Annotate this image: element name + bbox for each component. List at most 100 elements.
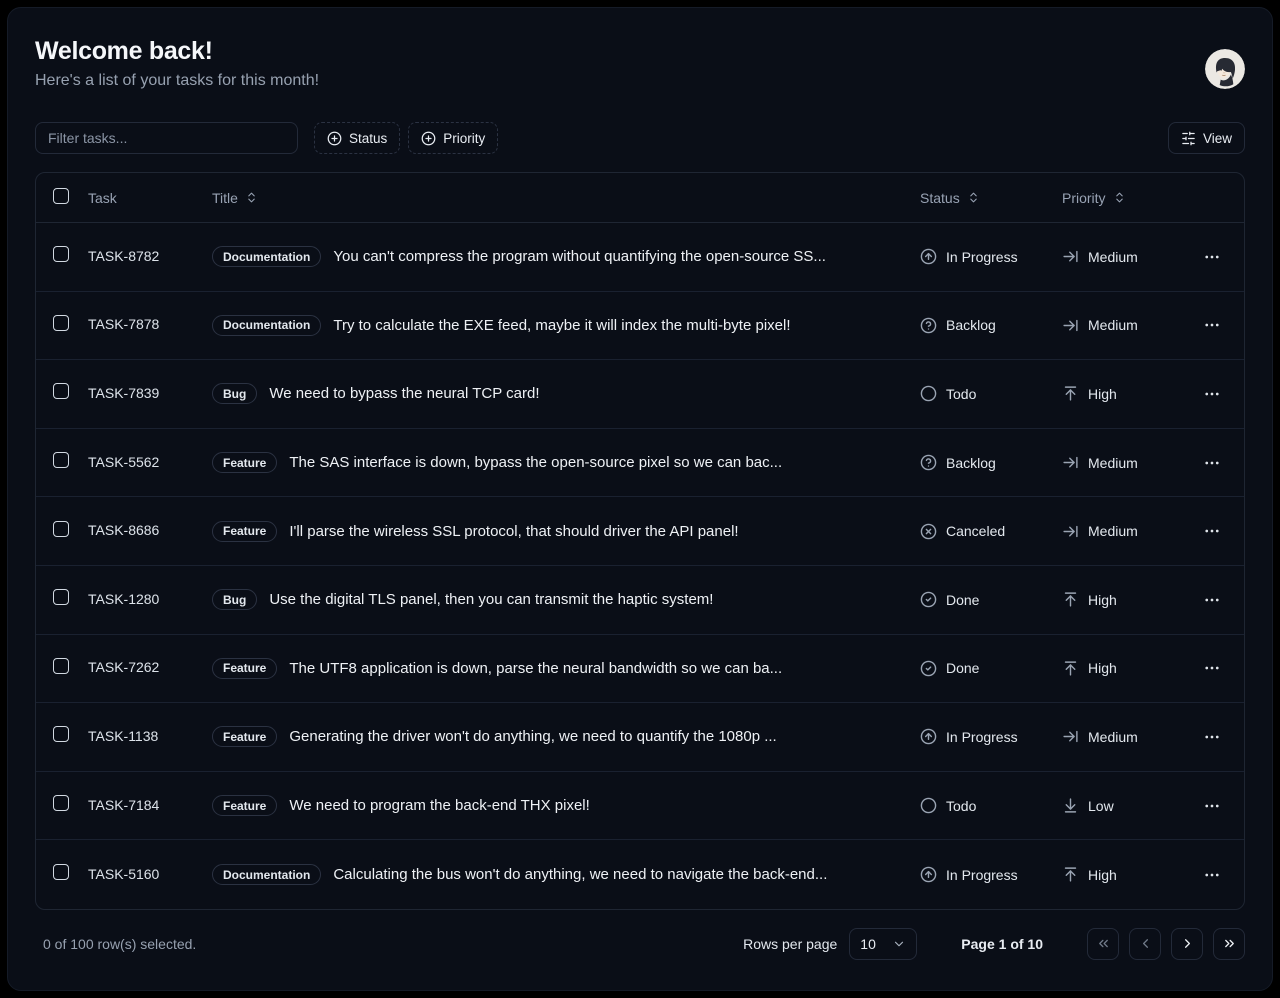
priority-label: High [1088,867,1117,883]
task-title-cell: Feature The UTF8 application is down, pa… [212,658,908,679]
last-page-button[interactable] [1213,928,1245,960]
row-checkbox[interactable] [53,658,69,674]
chevrons-right-icon [1222,936,1237,951]
row-actions-menu-button[interactable] [1197,587,1227,613]
circle-x-icon [920,523,937,540]
rows-per-page-value: 10 [860,936,876,952]
row-actions-menu-button[interactable] [1197,450,1227,476]
task-id: TASK-1138 [88,728,158,744]
status-filter-button[interactable]: Status [314,122,400,154]
select-all-checkbox[interactable] [53,188,69,204]
row-actions-menu-button[interactable] [1197,518,1227,544]
column-header-priority-label: Priority [1062,190,1106,206]
filter-tasks-input[interactable] [35,122,298,154]
task-title: The SAS interface is down, bypass the op… [289,454,782,471]
pagination [1087,928,1245,960]
table-row: TASK-5160 Documentation Calculating the … [36,840,1244,909]
arrow-up-to-line-icon [1062,660,1079,677]
previous-page-button[interactable] [1129,928,1161,960]
task-id-cell: TASK-5562 [80,454,212,472]
priority-filter-button[interactable]: Priority [408,122,498,154]
arrow-up-to-line-icon [1062,866,1079,883]
task-priority-cell: Medium [1050,523,1180,540]
table-row: TASK-7839 Bug We need to bypass the neur… [36,360,1244,429]
row-checkbox[interactable] [53,726,69,742]
task-title-cell: Feature Generating the driver won't do a… [212,726,908,747]
row-actions-cell [1180,587,1244,613]
task-label-badge: Documentation [212,864,321,885]
row-checkbox[interactable] [53,589,69,605]
task-id: TASK-7839 [88,385,159,401]
status-label: Backlog [946,455,996,471]
rows-per-page-label: Rows per page [743,936,837,952]
column-header-title[interactable]: Title [212,190,908,206]
priority-label: High [1088,592,1117,608]
row-actions-menu-button[interactable] [1197,312,1227,338]
next-page-button[interactable] [1171,928,1203,960]
chevrons-up-down-icon [967,191,980,204]
task-id-cell: TASK-8782 [80,248,212,266]
task-title: You can't compress the program without q… [333,248,826,265]
row-checkbox[interactable] [53,315,69,331]
row-checkbox[interactable] [53,383,69,399]
column-header-priority[interactable]: Priority [1050,190,1180,206]
task-id: TASK-7184 [88,797,159,813]
ellipsis-icon [1203,454,1221,472]
row-actions-menu-button[interactable] [1197,244,1227,270]
task-priority-cell: Medium [1050,454,1180,471]
row-actions-menu-button[interactable] [1197,793,1227,819]
circle-check-icon [920,660,937,677]
page-header: Welcome back! Here's a list of your task… [35,37,1245,90]
row-actions-menu-button[interactable] [1197,724,1227,750]
task-priority-cell: High [1050,660,1180,677]
task-priority-cell: High [1050,591,1180,608]
column-header-status[interactable]: Status [908,190,1050,206]
table-row: TASK-8782 Documentation You can't compre… [36,223,1244,292]
user-avatar[interactable] [1205,49,1245,89]
task-label-badge: Feature [212,658,277,679]
row-checkbox-cell [36,383,80,404]
row-actions-menu-button[interactable] [1197,655,1227,681]
table-row: TASK-7184 Feature We need to program the… [36,772,1244,841]
task-title: Use the digital TLS panel, then you can … [269,591,713,608]
first-page-button[interactable] [1087,928,1119,960]
row-actions-menu-button[interactable] [1197,862,1227,888]
row-actions-menu-button[interactable] [1197,381,1227,407]
table-row: TASK-8686 Feature I'll parse the wireles… [36,497,1244,566]
ellipsis-icon [1203,591,1221,609]
task-id: TASK-1280 [88,591,159,607]
page-subtitle: Here's a list of your tasks for this mon… [35,72,319,90]
page-title: Welcome back! [35,37,319,66]
circle-arrow-up-icon [920,248,937,265]
task-label-badge: Bug [212,383,257,404]
ellipsis-icon [1203,728,1221,746]
task-id-cell: TASK-7878 [80,316,212,334]
row-checkbox-cell [36,726,80,747]
task-id-cell: TASK-7262 [80,659,212,677]
chevron-down-icon [892,937,906,951]
row-actions-cell [1180,793,1244,819]
task-title: The UTF8 application is down, parse the … [289,660,782,677]
table-header-row: Task Title Status Priority [36,173,1244,223]
priority-label: Medium [1088,729,1138,745]
circle-check-icon [920,591,937,608]
row-checkbox[interactable] [53,521,69,537]
rows-per-page-select[interactable]: 10 [849,928,917,960]
row-checkbox[interactable] [53,795,69,811]
page-header-text: Welcome back! Here's a list of your task… [35,37,319,90]
status-label: Todo [946,798,976,814]
task-status-cell: In Progress [908,248,1050,265]
task-status-cell: Canceled [908,523,1050,540]
task-id: TASK-7878 [88,316,159,332]
ellipsis-icon [1203,385,1221,403]
view-options-button[interactable]: View [1168,122,1245,154]
arrow-right-to-line-icon [1062,248,1079,265]
row-checkbox[interactable] [53,452,69,468]
row-checkbox[interactable] [53,864,69,880]
task-title-cell: Feature I'll parse the wireless SSL prot… [212,521,908,542]
toolbar: Status Priority View [35,122,1245,154]
row-actions-cell [1180,518,1244,544]
row-checkbox[interactable] [53,246,69,262]
task-id-cell: TASK-1138 [80,728,212,746]
row-actions-cell [1180,381,1244,407]
